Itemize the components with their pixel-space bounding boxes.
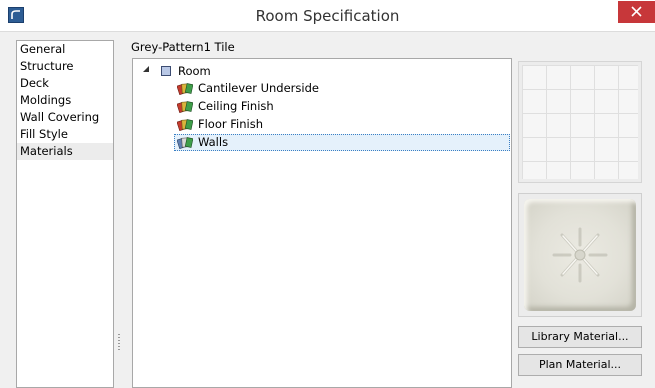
tree-root-room[interactable]: Room xyxy=(133,59,511,78)
category-list[interactable]: General Structure Deck Moldings Wall Cov… xyxy=(16,40,114,388)
close-icon xyxy=(631,6,642,17)
tree-item-floor-finish[interactable]: Floor Finish xyxy=(133,116,511,133)
window-title: Room Specification xyxy=(255,7,400,25)
material-texture-swatch xyxy=(524,199,636,311)
tree-item-label: Ceiling Finish xyxy=(198,99,274,113)
tree-item-label: Floor Finish xyxy=(198,117,264,131)
material-tree[interactable]: Room Cantilever Underside Ceiling Finish… xyxy=(132,58,512,388)
nav-item-moldings[interactable]: Moldings xyxy=(17,92,113,109)
nav-item-materials[interactable]: Materials xyxy=(17,143,113,160)
material-icon xyxy=(177,119,193,131)
material-icon xyxy=(177,101,193,113)
splitter-handle[interactable] xyxy=(118,334,120,352)
tree-item-ceiling-finish[interactable]: Ceiling Finish xyxy=(133,98,511,115)
tree-item-label: Cantilever Underside xyxy=(198,81,319,95)
nav-item-general[interactable]: General xyxy=(17,41,113,58)
pattern-preview xyxy=(518,61,642,183)
tree-root-label: Room xyxy=(178,64,211,78)
library-material-button[interactable]: Library Material... xyxy=(518,326,642,348)
tree-item-cantilever-underside[interactable]: Cantilever Underside xyxy=(133,80,511,97)
tree-item-walls[interactable]: Walls xyxy=(133,134,511,151)
tree-item-label: Walls xyxy=(198,135,229,149)
collapse-arrow-icon[interactable] xyxy=(143,66,150,73)
close-button[interactable] xyxy=(618,1,655,23)
current-material-label: Grey-Pattern1 Tile xyxy=(131,40,235,54)
nav-item-structure[interactable]: Structure xyxy=(17,58,113,75)
nav-item-wall-covering[interactable]: Wall Covering xyxy=(17,109,113,126)
title-bar: Room Specification xyxy=(0,0,655,32)
material-icon xyxy=(177,137,193,149)
room-icon xyxy=(161,66,171,76)
texture-preview xyxy=(518,193,642,317)
nav-item-fill-style[interactable]: Fill Style xyxy=(17,126,113,143)
tile-pattern-grid xyxy=(522,65,638,179)
nav-item-deck[interactable]: Deck xyxy=(17,75,113,92)
plan-material-button[interactable]: Plan Material... xyxy=(518,354,642,376)
material-icon xyxy=(177,83,193,95)
tile-ornament-image xyxy=(552,227,608,283)
